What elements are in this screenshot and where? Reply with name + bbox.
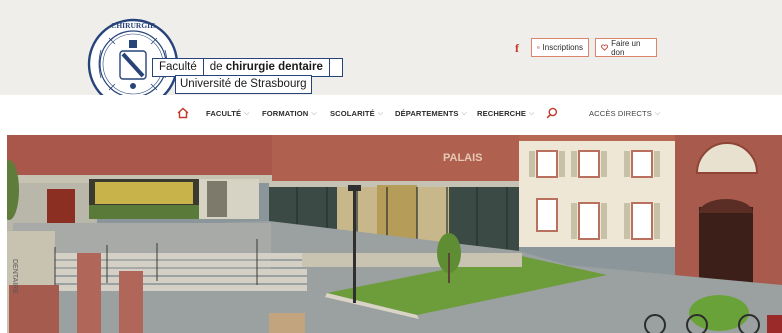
nav-item-departements[interactable]: DÉPARTEMENTS ⌵ bbox=[395, 109, 467, 118]
svg-text:CHIRURGIE: CHIRURGIE bbox=[111, 21, 155, 30]
nav-label: SCOLARITÉ bbox=[330, 109, 375, 118]
svg-text:DENTAIRE: DENTAIRE bbox=[11, 259, 18, 294]
donate-button[interactable]: Faire un don bbox=[595, 38, 657, 57]
home-icon[interactable] bbox=[177, 107, 189, 119]
chevron-down-icon: ⌵ bbox=[244, 109, 250, 117]
nav-label: RECHERCHE bbox=[477, 109, 526, 118]
nav-label: FACULTÉ bbox=[206, 109, 242, 118]
id-card-icon bbox=[537, 46, 540, 49]
campus-courtyard-photo: PALAIS DENTAIRE bbox=[7, 135, 782, 333]
university-name: Université de Strasbourg bbox=[180, 78, 307, 90]
nav-label: DÉPARTEMENTS bbox=[395, 109, 459, 118]
nav-item-acces-directs[interactable]: ACCÈS DIRECTS ⌵ bbox=[589, 109, 660, 118]
faculty-bold: chirurgie dentaire bbox=[225, 61, 323, 73]
chevron-down-icon: ⌵ bbox=[461, 109, 467, 117]
nav-label: ACCÈS DIRECTS bbox=[589, 109, 652, 118]
chevron-down-icon: ⌵ bbox=[377, 109, 384, 117]
main-nav: FACULTÉ ⌵ FORMATION ⌵ SCOLARITÉ ⌵ DÉPART… bbox=[0, 95, 782, 133]
donate-label: Faire un don bbox=[611, 38, 641, 57]
search-icon[interactable] bbox=[546, 107, 558, 119]
site-header: CHIRURGIE STRASB. Faculté de chirurgie d… bbox=[0, 0, 782, 110]
faculty-full-name: de chirurgie dentaire bbox=[204, 59, 329, 76]
nav-item-recherche[interactable]: RECHERCHE ⌵ bbox=[477, 109, 534, 118]
nav-label: FORMATION bbox=[262, 109, 309, 118]
logo-tail bbox=[328, 59, 342, 76]
nav-item-scolarite[interactable]: SCOLARITÉ ⌵ bbox=[330, 109, 383, 118]
page: CHIRURGIE STRASB. Faculté de chirurgie d… bbox=[0, 0, 782, 333]
inscriptions-button[interactable]: Inscriptions bbox=[531, 38, 589, 57]
nav-item-faculte[interactable]: FACULTÉ ⌵ bbox=[206, 109, 250, 118]
chevron-down-icon: ⌵ bbox=[311, 109, 317, 117]
hero-image: PALAIS DENTAIRE bbox=[7, 135, 782, 333]
faculty-mid: de bbox=[209, 61, 226, 73]
chevron-down-icon: ⌵ bbox=[654, 109, 661, 117]
heart-icon bbox=[601, 44, 608, 51]
nav-item-formation[interactable]: FORMATION ⌵ bbox=[262, 109, 317, 118]
svg-text:PALAIS: PALAIS bbox=[443, 152, 483, 164]
inscriptions-label: Inscriptions bbox=[542, 43, 583, 52]
facebook-icon[interactable]: f bbox=[511, 40, 523, 56]
university-name-box[interactable]: Université de Strasbourg bbox=[175, 75, 312, 94]
faculty-prefix: Faculté bbox=[159, 61, 197, 73]
chevron-down-icon: ⌵ bbox=[529, 109, 535, 117]
